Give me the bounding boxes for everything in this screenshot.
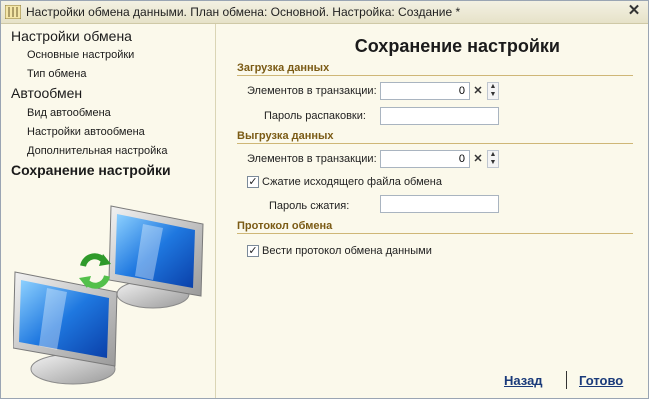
footer-separator xyxy=(566,371,567,389)
section-divider xyxy=(237,233,633,234)
sync-arrows-icon xyxy=(79,253,111,289)
sidebar-item-main-settings[interactable]: Основные настройки xyxy=(27,49,134,61)
computers-illustration xyxy=(13,205,204,385)
section-load-header: Загрузка данных xyxy=(237,62,330,74)
spin-up-icon[interactable]: ▲ xyxy=(488,151,498,159)
log-checkbox[interactable]: ✓ xyxy=(247,245,259,257)
sidebar-item-autoexchange-kind[interactable]: Вид автообмена xyxy=(27,107,111,119)
sidebar-item-exchange-type[interactable]: Тип обмена xyxy=(27,68,86,80)
main-panel: Сохранение настройки Загрузка данных Эле… xyxy=(216,24,648,398)
spin-up-icon[interactable]: ▲ xyxy=(488,83,498,91)
spin-down-icon[interactable]: ▼ xyxy=(488,91,498,99)
done-link[interactable]: Готово xyxy=(579,373,623,388)
section-protocol-header: Протокол обмена xyxy=(237,220,333,232)
compress-checkbox[interactable]: ✓ xyxy=(247,176,259,188)
sidebar: Настройки обмена Основные настройки Тип … xyxy=(1,24,216,398)
load-password-input[interactable] xyxy=(380,107,499,125)
compress-label: Сжатие исходящего файла обмена xyxy=(262,176,442,188)
load-password-label: Пароль распаковки: xyxy=(264,110,366,122)
check-icon: ✓ xyxy=(248,176,258,188)
section-unload-header: Выгрузка данных xyxy=(237,130,334,142)
load-items-label: Элементов в транзакции: xyxy=(247,85,377,97)
section-divider xyxy=(237,143,633,144)
app-icon xyxy=(5,5,21,19)
unload-items-input[interactable]: 0 xyxy=(380,150,470,168)
spin-down-icon[interactable]: ▼ xyxy=(488,159,498,167)
unload-items-spinner[interactable]: ▲ ▼ xyxy=(487,150,499,168)
check-icon: ✓ xyxy=(248,245,258,257)
dialog-window: Настройки обмена данными. План обмена: О… xyxy=(0,0,649,399)
sidebar-item-additional-settings[interactable]: Дополнительная настройка xyxy=(27,145,167,157)
title-bar: Настройки обмена данными. План обмена: О… xyxy=(1,1,648,24)
back-link[interactable]: Назад xyxy=(504,373,543,388)
window-title: Настройки обмена данными. План обмена: О… xyxy=(26,5,461,19)
compress-password-input[interactable] xyxy=(380,195,499,213)
section-divider xyxy=(237,75,633,76)
sidebar-item-autoexchange-settings[interactable]: Настройки автообмена xyxy=(27,126,145,138)
page-title: Сохранение настройки xyxy=(354,36,560,56)
sidebar-item-autoexchange[interactable]: Автообмен xyxy=(11,85,82,101)
load-items-input[interactable]: 0 xyxy=(380,82,470,100)
load-items-spinner[interactable]: ▲ ▼ xyxy=(487,82,499,100)
clear-icon[interactable]: ✕ xyxy=(471,150,485,168)
compress-password-label: Пароль сжатия: xyxy=(269,200,350,212)
log-label: Вести протокол обмена данными xyxy=(262,245,432,257)
unload-items-label: Элементов в транзакции: xyxy=(247,153,377,165)
sidebar-item-save-settings[interactable]: Сохранение настройки xyxy=(11,162,171,178)
close-icon[interactable]: ✕ xyxy=(626,3,642,19)
sidebar-item-exchange-settings[interactable]: Настройки обмена xyxy=(11,28,132,44)
clear-icon[interactable]: ✕ xyxy=(471,82,485,100)
